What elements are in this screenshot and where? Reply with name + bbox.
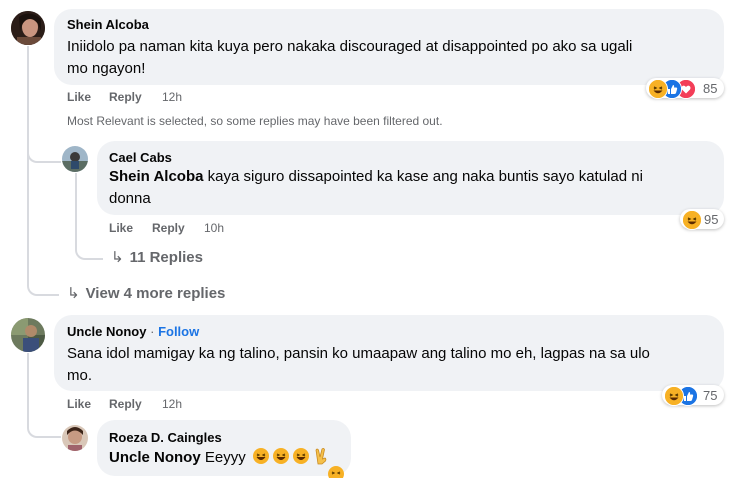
mention-link[interactable]: Shein Alcoba [109,168,203,185]
mention-link[interactable]: Uncle Nonoy [109,449,201,466]
avatar[interactable] [62,146,88,172]
thread-line [27,353,29,413]
reaction-summary[interactable] [328,466,344,478]
reply-text: Uncle Nonoy Eeyyy [109,447,349,472]
nested-replies-label: 11 Replies [129,249,203,266]
haha-icon [648,79,668,99]
view-more-label: View 4 more replies [85,285,226,302]
reply-button[interactable]: Reply [152,221,185,235]
like-button[interactable]: Like [67,90,91,104]
thread-line [27,270,59,296]
thread-line [27,410,61,438]
reply-arrow-icon: ↳ [67,285,80,302]
thread-line [27,143,61,163]
avatar-photo-icon [11,318,45,352]
comment-author[interactable]: Shein Alcoba [67,17,149,32]
laughing-emoji-icon [252,447,327,465]
like-button[interactable]: Like [109,221,133,235]
comment-text: Iniidolo pa naman kita kuya pero nakaka … [67,36,717,80]
reply-author[interactable]: Roeza D. Caingles [109,430,222,445]
comment-author-line: Uncle Nonoy · Follow [67,324,199,339]
avatar[interactable] [11,318,45,352]
reply-arrow-icon: ↳ [111,249,124,266]
reaction-count: 95 [704,212,719,227]
thread-line [27,46,29,284]
nested-replies-link[interactable]: ↳ 11 Replies [111,248,203,266]
reply-button[interactable]: Reply [109,90,142,104]
reply-text-line: kaya siguro dissapointed ka kase ang nak… [203,168,643,185]
comment-text-line: mo. [67,367,93,384]
reply-text: Shein Alcoba kaya siguro dissapointed ka… [109,166,717,210]
reaction-count: 75 [703,388,718,403]
follow-button[interactable]: Follow [158,324,199,339]
reply-text-line: donna [109,190,151,207]
reaction-summary[interactable]: 85 [646,78,724,99]
comment-text: Sana idol mamigay ka ng talino, pansin k… [67,343,717,387]
avatar-photo-icon [62,146,88,172]
reply-button[interactable]: Reply [109,397,142,411]
like-button[interactable]: Like [67,397,91,411]
filter-notice: Most Relevant is selected, so some repli… [67,114,443,128]
comment-timestamp[interactable]: 12h [162,90,182,104]
comment-text-line: Iniidolo pa naman kita kuya pero nakaka … [67,38,633,55]
reply-timestamp[interactable]: 10h [204,221,224,235]
comment-timestamp[interactable]: 12h [162,397,182,411]
thread-line [75,173,77,243]
avatar[interactable] [62,425,88,451]
avatar-photo-icon [11,11,45,45]
separator-dot: · [150,324,155,339]
haha-icon [682,210,702,230]
avatar-photo-icon [62,425,88,451]
comment-author[interactable]: Uncle Nonoy [67,324,146,339]
reply-text-line: Eeyyy [200,449,246,466]
comment-text-line: Sana idol mamigay ka ng talino, pansin k… [67,345,650,362]
emoji-row [252,447,332,472]
avatar[interactable] [11,11,45,45]
reaction-count: 85 [703,81,718,96]
view-more-replies-link[interactable]: ↳ View 4 more replies [67,284,225,302]
reaction-summary[interactable]: 95 [680,209,724,230]
haha-icon [664,386,684,406]
reaction-summary[interactable]: 75 [662,385,724,406]
thread-line [75,240,103,260]
haha-icon [328,466,344,478]
reply-author[interactable]: Cael Cabs [109,150,172,165]
comment-text-line: mo ngayon! [67,60,146,77]
